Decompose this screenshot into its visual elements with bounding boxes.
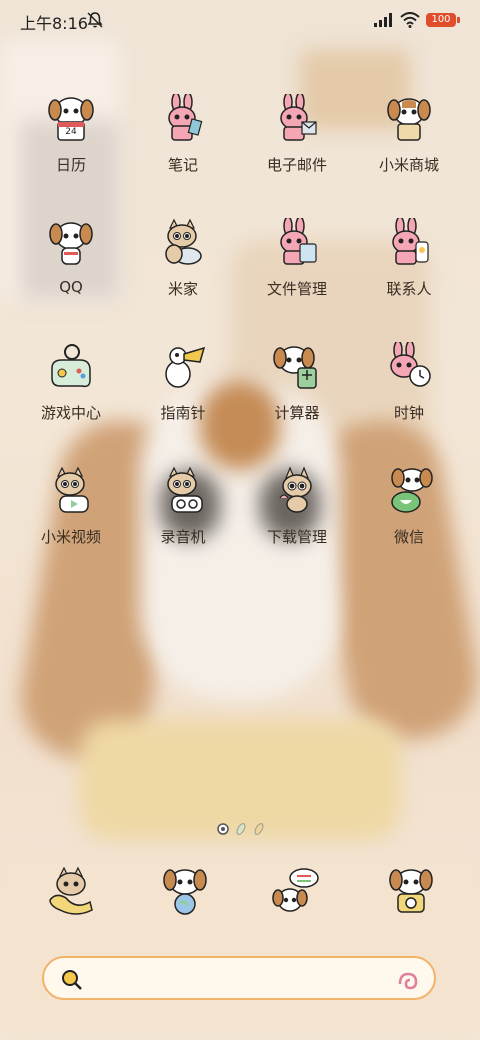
dog-calculator-icon: [273, 346, 317, 389]
app-label: 下载管理: [266, 528, 327, 546]
app-wechat[interactable]: 微信: [354, 466, 464, 576]
home-screen: 上午8:16 100 24 日历 笔记 电子邮件 小米商城 QQ 米家 文件管理…: [0, 0, 480, 1040]
app-label: QQ: [59, 278, 83, 296]
dog-camera-icon[interactable]: [386, 866, 436, 916]
cat-phone-icon[interactable]: [46, 866, 96, 916]
rabbit-notes-icon: [168, 94, 203, 141]
app-label: 计算器: [274, 404, 320, 422]
app-label: 微信: [393, 528, 424, 546]
page-dot-icon: [236, 823, 246, 835]
status-icons: 100: [374, 10, 460, 30]
signal-icon: [374, 13, 392, 27]
dog-messages-icon[interactable]: [272, 866, 322, 916]
page-dot-active-icon: [217, 823, 229, 835]
app-label: 笔记: [167, 156, 198, 174]
calendar-date: 24: [65, 127, 77, 137]
app-file-manager[interactable]: 文件管理: [242, 218, 352, 328]
app-label: 米家: [167, 280, 198, 298]
mute-bell-icon: [87, 12, 103, 28]
app-game-center[interactable]: 游戏中心: [16, 342, 126, 452]
status-bar: 上午8:16 100: [0, 0, 480, 40]
app-downloads[interactable]: 下载管理: [242, 466, 352, 576]
wifi-icon: [400, 12, 420, 28]
pelican-compass-icon: [165, 346, 206, 388]
page-indicator[interactable]: [216, 822, 266, 836]
voice-assistant-icon[interactable]: [396, 968, 420, 992]
gamepad-icon: [51, 344, 91, 388]
app-label: 联系人: [386, 280, 432, 298]
app-label: 时钟: [393, 404, 424, 422]
app-mijia[interactable]: 米家: [128, 218, 238, 328]
page-dot-icon: [254, 823, 264, 835]
app-email[interactable]: 电子邮件: [242, 94, 352, 204]
app-label: 游戏中心: [40, 404, 101, 422]
app-compass[interactable]: 指南针: [128, 342, 238, 452]
dog-qq-icon: [49, 222, 93, 265]
cat-download-icon: [279, 466, 312, 513]
cat-video-icon: [55, 466, 89, 513]
app-label: 小米商城: [378, 156, 439, 174]
cat-home-icon: [165, 218, 202, 265]
app-mi-store[interactable]: 小米商城: [354, 94, 464, 204]
app-label: 电子邮件: [266, 156, 327, 174]
app-label: 文件管理: [266, 280, 327, 298]
app-recorder[interactable]: 录音机: [128, 466, 238, 576]
app-label: 录音机: [160, 528, 206, 546]
app-clock[interactable]: 时钟: [354, 342, 464, 452]
rabbit-files-icon: [280, 218, 317, 265]
search-icon: [62, 970, 82, 990]
app-notes[interactable]: 笔记: [128, 94, 238, 204]
rabbit-contacts-icon: [392, 218, 429, 265]
app-contacts[interactable]: 联系人: [354, 218, 464, 328]
battery-indicator: 100: [426, 13, 456, 27]
app-qq[interactable]: QQ: [16, 218, 126, 328]
status-time: 上午8:16: [20, 14, 88, 33]
dog-wechat-icon: [391, 468, 433, 513]
app-calculator[interactable]: 计算器: [242, 342, 352, 452]
app-calendar[interactable]: 24 日历: [16, 94, 126, 204]
dog-shop-icon: [387, 98, 431, 141]
search-bar[interactable]: [42, 956, 436, 1000]
rabbit-clock-icon: [390, 342, 431, 387]
dog-browser-icon[interactable]: [160, 866, 210, 916]
rabbit-mail-icon: [280, 94, 317, 141]
app-label: 日历: [55, 156, 86, 174]
app-mi-video[interactable]: 小米视频: [16, 466, 126, 576]
search-input[interactable]: [94, 968, 388, 992]
app-label: 指南针: [160, 404, 206, 422]
app-label: 小米视频: [40, 528, 101, 546]
battery-tip: [457, 17, 460, 23]
cat-recorder-icon: [167, 466, 203, 513]
